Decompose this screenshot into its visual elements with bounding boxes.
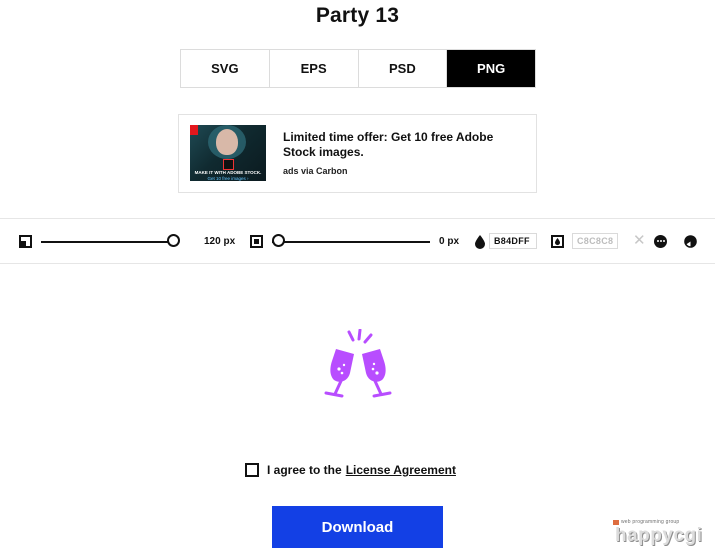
agree-checkbox[interactable] — [245, 463, 259, 477]
background-color-icon — [551, 235, 564, 248]
license-agreement-row: I agree to the License Agreement — [245, 461, 456, 479]
page-title: Party 13 — [315, 4, 400, 27]
size-icon — [19, 235, 32, 248]
tab-svg[interactable]: SVG — [181, 50, 270, 87]
padding-slider-thumb[interactable] — [272, 234, 285, 247]
contrast-icon[interactable] — [684, 235, 697, 248]
padding-icon — [250, 235, 263, 248]
ad-image-text: MAKE IT WITH ADOBE STOCK. — [194, 170, 262, 175]
close-icon[interactable]: ✕ — [633, 233, 646, 249]
adobe-logo-icon — [190, 125, 198, 135]
ad-via-carbon[interactable]: ads via Carbon — [283, 166, 348, 176]
tab-psd[interactable]: PSD — [359, 50, 448, 87]
format-tabs: SVG EPS PSD PNG — [180, 49, 536, 88]
ad-headline[interactable]: Limited time offer: Get 10 free Adobe St… — [283, 130, 523, 160]
tab-png[interactable]: PNG — [447, 50, 535, 87]
size-value: 120 px — [204, 236, 236, 247]
padding-slider-track[interactable] — [272, 241, 430, 243]
download-button[interactable]: Download — [272, 506, 443, 548]
agree-label: I agree to the — [267, 463, 342, 477]
tab-eps[interactable]: EPS — [270, 50, 359, 87]
background-color-input[interactable]: C8C8C8 — [572, 233, 618, 249]
ad-image-face — [216, 129, 238, 155]
padding-value: 0 px — [439, 236, 460, 247]
more-options-icon[interactable] — [654, 235, 667, 248]
carbon-ad[interactable]: MAKE IT WITH ADOBE STOCK. Get 10 free im… — [178, 114, 537, 193]
license-agreement-link[interactable]: License Agreement — [346, 463, 456, 477]
watermark-logo: happycgi — [615, 525, 703, 546]
size-slider-thumb[interactable] — [167, 234, 180, 247]
icon-color-input[interactable]: B84DFF — [489, 233, 537, 249]
adobe-mark-icon — [223, 159, 234, 170]
drop-icon — [475, 235, 485, 249]
watermark: web programming group happycgi — [613, 519, 713, 549]
customize-toolbar: 120 px 0 px B84DFF C8C8C8 ✕ — [0, 218, 715, 264]
ad-image-cta: Get 10 free images › — [207, 176, 249, 181]
champagne-toast-icon — [324, 329, 392, 398]
ad-image[interactable]: MAKE IT WITH ADOBE STOCK. Get 10 free im… — [190, 125, 266, 181]
size-slider-track[interactable] — [41, 241, 179, 243]
